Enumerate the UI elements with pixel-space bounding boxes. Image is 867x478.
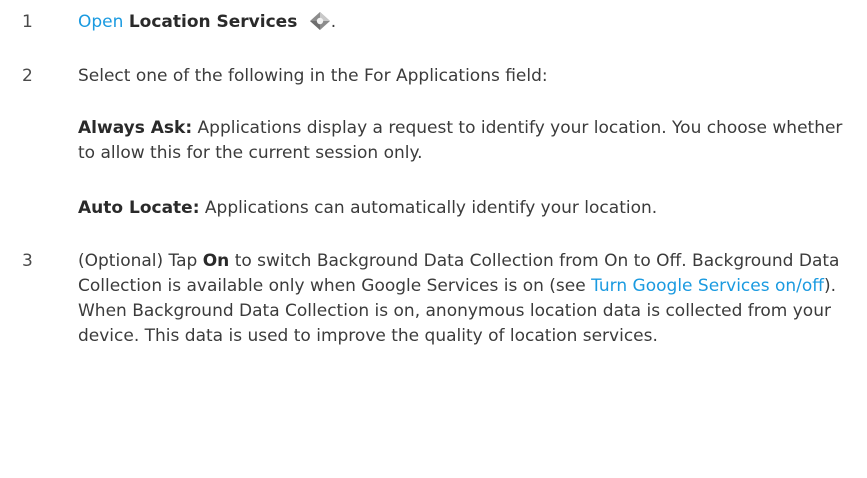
option-always-ask: Always Ask: Applications display a reque… [78,116,858,166]
step-text: Select one of the following in the For A… [78,66,548,86]
step-1-trailing: . [330,12,337,32]
option-label: Always Ask: [78,118,193,138]
option-text: Applications display a request to identi… [78,118,843,163]
help-page: 1 Open Location Services . 2 Select one … [0,0,867,478]
step-text: Open Location Services . [78,10,848,35]
option-text: Applications can automatically identify … [204,198,658,218]
step-3-prefix: (Optional) Tap [78,251,198,271]
option-label: Auto Locate: [78,198,200,218]
step-number: 2 [22,66,33,86]
google-services-link[interactable]: Turn Google Services on/off [591,276,824,296]
option-auto-locate: Auto Locate: Applications can automatica… [78,196,858,221]
step-number: 3 [22,251,33,271]
step-text: (Optional) Tap On to switch Background D… [78,249,848,349]
open-link[interactable]: Open [78,12,123,32]
app-name: Location Services [128,12,298,32]
step-number: 1 [22,12,33,32]
location-services-icon [309,12,330,30]
on-label: On [202,251,230,271]
